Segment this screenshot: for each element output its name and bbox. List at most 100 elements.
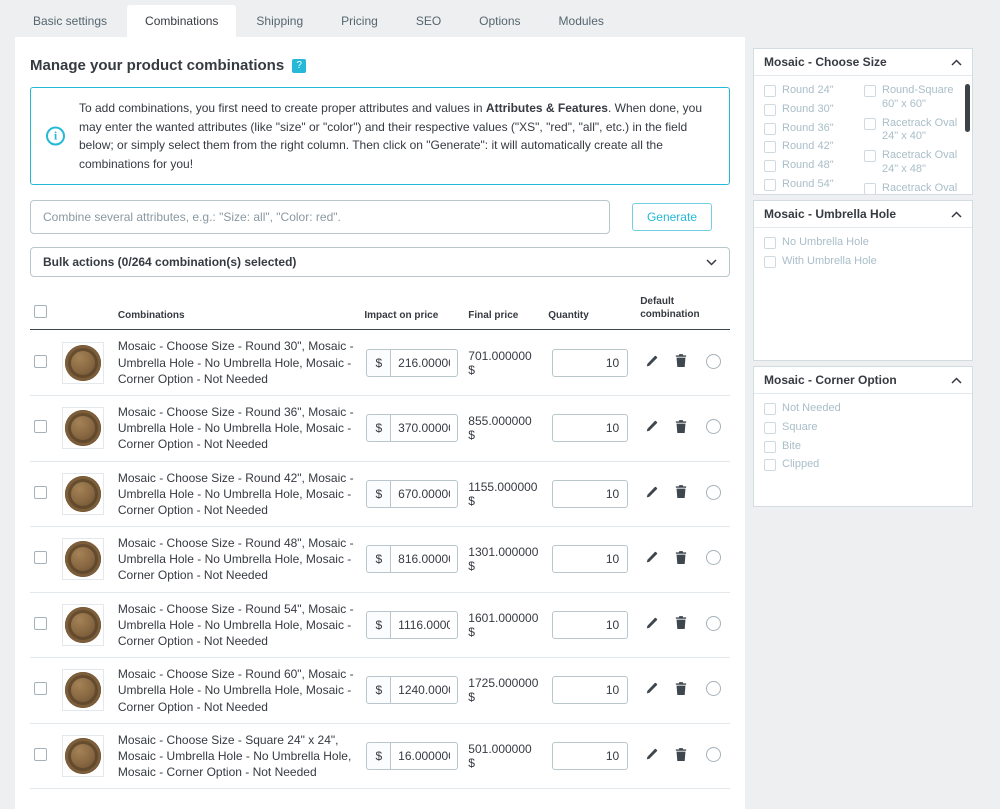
attribute-option[interactable]: Round 24" bbox=[764, 84, 862, 98]
attribute-checkbox[interactable] bbox=[864, 85, 876, 97]
table-row: Mosaic - Choose Size - Round 60", Mosaic… bbox=[30, 658, 730, 724]
info-link-attributes-features[interactable]: Attributes & Features bbox=[486, 101, 608, 115]
attribute-checkbox[interactable] bbox=[864, 183, 876, 195]
impact-price-input[interactable] bbox=[390, 349, 458, 377]
edit-icon[interactable] bbox=[645, 486, 658, 499]
row-checkbox[interactable] bbox=[34, 748, 47, 761]
help-icon[interactable]: ? bbox=[292, 59, 306, 73]
bulk-actions-dropdown[interactable]: Bulk actions (0/264 combination(s) selec… bbox=[30, 247, 730, 277]
generate-button[interactable]: Generate bbox=[632, 203, 712, 231]
edit-icon[interactable] bbox=[645, 355, 658, 368]
attribute-checkbox[interactable] bbox=[764, 441, 776, 453]
attribute-option[interactable]: Round 42" bbox=[764, 140, 862, 154]
trash-icon[interactable] bbox=[675, 485, 687, 499]
quantity-input[interactable] bbox=[552, 545, 628, 573]
default-combination-radio[interactable] bbox=[706, 747, 721, 762]
attribute-checkbox[interactable] bbox=[764, 179, 776, 191]
row-checkbox[interactable] bbox=[34, 682, 47, 695]
attribute-option[interactable]: Round 36" bbox=[764, 122, 862, 136]
select-all-checkbox[interactable] bbox=[34, 305, 47, 318]
attribute-checkbox[interactable] bbox=[764, 422, 776, 434]
attribute-option[interactable]: With Umbrella Hole bbox=[764, 255, 962, 269]
attribute-option[interactable]: Clipped bbox=[764, 458, 962, 472]
tab-basic-settings[interactable]: Basic settings bbox=[15, 5, 125, 37]
impact-price-input[interactable] bbox=[390, 480, 458, 508]
attribute-option[interactable]: Racetrack Oval 24" x 40" bbox=[864, 117, 962, 145]
attribute-checkbox[interactable] bbox=[764, 104, 776, 116]
quantity-input[interactable] bbox=[552, 480, 628, 508]
attribute-checkbox[interactable] bbox=[764, 459, 776, 471]
quantity-input[interactable] bbox=[552, 414, 628, 442]
tab-shipping[interactable]: Shipping bbox=[238, 5, 321, 37]
attribute-panel-header[interactable]: Mosaic - Corner Option bbox=[754, 367, 972, 394]
tab-pricing[interactable]: Pricing bbox=[323, 5, 396, 37]
tab-modules[interactable]: Modules bbox=[541, 5, 622, 37]
attribute-panel-header[interactable]: Mosaic - Umbrella Hole bbox=[754, 201, 972, 228]
trash-icon[interactable] bbox=[675, 748, 687, 762]
impact-price-input[interactable] bbox=[390, 414, 458, 442]
edit-icon[interactable] bbox=[645, 748, 658, 761]
trash-icon[interactable] bbox=[675, 420, 687, 434]
quantity-input[interactable] bbox=[552, 676, 628, 704]
attribute-option[interactable]: No Umbrella Hole bbox=[764, 236, 962, 250]
default-combination-radio[interactable] bbox=[706, 419, 721, 434]
impact-price-input[interactable] bbox=[390, 611, 458, 639]
attribute-checkbox[interactable] bbox=[764, 141, 776, 153]
impact-price-input[interactable] bbox=[390, 676, 458, 704]
edit-icon[interactable] bbox=[645, 420, 658, 433]
default-combination-radio[interactable] bbox=[706, 616, 721, 631]
attributes-input[interactable] bbox=[30, 200, 610, 234]
trash-icon[interactable] bbox=[675, 616, 687, 630]
row-checkbox[interactable] bbox=[34, 617, 47, 630]
attribute-option[interactable]: Round-Square 60" x 60" bbox=[864, 84, 962, 112]
attribute-option[interactable]: Round 54" bbox=[764, 178, 862, 192]
quantity-input[interactable] bbox=[552, 349, 628, 377]
edit-icon[interactable] bbox=[645, 617, 658, 630]
table-row: Mosaic - Choose Size - Round 48", Mosaic… bbox=[30, 527, 730, 593]
row-checkbox[interactable] bbox=[34, 551, 47, 564]
tab-seo[interactable]: SEO bbox=[398, 5, 459, 37]
trash-icon[interactable] bbox=[675, 551, 687, 565]
attribute-option[interactable]: Not Needed bbox=[764, 402, 962, 416]
attribute-option[interactable]: Bite bbox=[764, 440, 962, 454]
attribute-panel-header[interactable]: Mosaic - Choose Size bbox=[754, 49, 972, 76]
attribute-panel-umbrella-hole: Mosaic - Umbrella Hole No Umbrella Hole … bbox=[753, 200, 973, 361]
quantity-input[interactable] bbox=[552, 742, 628, 770]
attribute-option[interactable]: Round 30" bbox=[764, 103, 862, 117]
attribute-checkbox[interactable] bbox=[764, 160, 776, 172]
default-combination-radio[interactable] bbox=[706, 681, 721, 696]
default-combination-radio[interactable] bbox=[706, 485, 721, 500]
edit-icon[interactable] bbox=[645, 551, 658, 564]
attribute-checkbox[interactable] bbox=[764, 256, 776, 268]
edit-icon[interactable] bbox=[645, 682, 658, 695]
tab-options[interactable]: Options bbox=[461, 5, 538, 37]
row-checkbox[interactable] bbox=[34, 486, 47, 499]
attribute-checkbox[interactable] bbox=[764, 85, 776, 97]
attribute-panel-title: Mosaic - Corner Option bbox=[764, 373, 897, 387]
attribute-checkbox[interactable] bbox=[764, 123, 776, 135]
attribute-option[interactable]: Round 48" bbox=[764, 159, 862, 173]
impact-price-input[interactable] bbox=[390, 545, 458, 573]
row-checkbox[interactable] bbox=[34, 420, 47, 433]
attribute-checkbox[interactable] bbox=[764, 403, 776, 415]
combination-name: Mosaic - Choose Size - Round 48", Mosaic… bbox=[114, 527, 360, 593]
quantity-input[interactable] bbox=[552, 611, 628, 639]
trash-icon[interactable] bbox=[675, 354, 687, 368]
attribute-checkbox[interactable] bbox=[864, 118, 876, 130]
default-combination-radio[interactable] bbox=[706, 550, 721, 565]
attribute-option[interactable]: Square bbox=[764, 421, 962, 435]
product-image bbox=[62, 342, 104, 384]
row-checkbox[interactable] bbox=[34, 355, 47, 368]
attribute-option[interactable]: Racetrack Oval 24" x 48" bbox=[864, 149, 962, 177]
attribute-checkbox[interactable] bbox=[864, 150, 876, 162]
default-combination-radio[interactable] bbox=[706, 354, 721, 369]
trash-icon[interactable] bbox=[675, 682, 687, 696]
attribute-panel-title: Mosaic - Choose Size bbox=[764, 55, 887, 69]
impact-price-input[interactable] bbox=[390, 742, 458, 770]
attribute-checkbox[interactable] bbox=[764, 237, 776, 249]
tab-combinations[interactable]: Combinations bbox=[127, 5, 236, 37]
scrollbar[interactable] bbox=[965, 84, 970, 132]
chevron-down-icon bbox=[706, 259, 717, 266]
table-row: Mosaic - Choose Size - Square 24" x 24",… bbox=[30, 723, 730, 789]
attribute-option[interactable]: Racetrack Oval bbox=[864, 182, 962, 195]
